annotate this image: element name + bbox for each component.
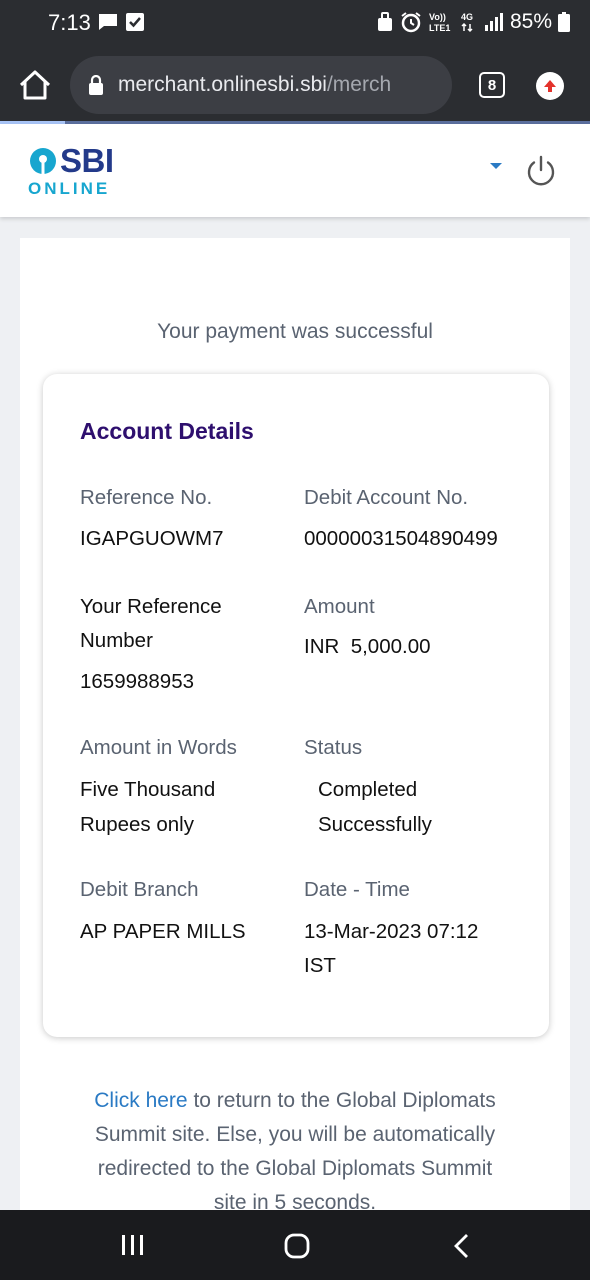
debit-account-value: 00000031504890499 — [304, 527, 498, 550]
home-circle-icon[interactable] — [283, 1232, 311, 1260]
system-navigation-bar — [0, 1210, 590, 1280]
alarm-off-icon — [377, 12, 392, 31]
debit-branch-label: Debit Branch — [80, 878, 199, 901]
recent-apps-icon[interactable] — [120, 1232, 146, 1258]
debit-branch-value: AP PAPER MILLS — [80, 920, 246, 943]
url-path: /merch — [326, 73, 392, 96]
logo-sbi-text: SBI — [60, 142, 114, 179]
status-right-group: Vo)) LTE1 4G 85% — [376, 9, 570, 35]
check-box-icon — [126, 13, 144, 31]
click-here-link[interactable]: Click here — [94, 1089, 187, 1112]
svg-text:Vo)): Vo)) — [429, 12, 446, 22]
address-bar[interactable]: merchant.onlinesbi.sbi/merch — [70, 56, 452, 114]
tab-switcher-button[interactable]: 8 — [479, 72, 505, 98]
url-host: merchant.onlinesbi.sbi — [118, 73, 327, 96]
your-reference-label-line1: Your Reference — [80, 595, 222, 618]
your-reference-value: 1659988953 — [80, 670, 195, 693]
battery-percent: 85% — [509, 10, 552, 33]
sbi-keyhole-icon — [30, 148, 56, 174]
redirect-message: Click here to return to the Global Diplo… — [56, 1084, 534, 1220]
account-details-card: Account Details Reference No. IGAPGUOWM7… — [43, 374, 549, 1037]
volte-icon: Vo)) LTE1 — [429, 12, 450, 33]
chat-icon — [99, 14, 117, 30]
datetime-line2: IST — [304, 954, 336, 977]
browser-toolbar: merchant.onlinesbi.sbi/merch 8 — [0, 46, 590, 124]
datetime-line1: 13-Mar-2023 07:12 — [304, 920, 479, 943]
amount-label: Amount — [304, 595, 375, 618]
lock-icon — [89, 75, 103, 95]
payment-result-card: Your payment was successful Account Deta… — [20, 238, 570, 1238]
battery-icon — [558, 12, 570, 32]
network-4g-icon: 4G — [461, 12, 473, 33]
your-reference-label-line2: Number — [80, 629, 153, 652]
datetime-label: Date - Time — [304, 878, 410, 901]
success-message: Your payment was successful — [157, 320, 433, 343]
svg-text:LTE1: LTE1 — [429, 23, 450, 33]
status-line2: Successfully — [318, 813, 432, 836]
upload-icon[interactable] — [536, 72, 564, 100]
amount-words-line2: Rupees only — [80, 813, 194, 836]
svg-text:4G: 4G — [461, 12, 473, 22]
status-line1: Completed — [318, 778, 418, 801]
home-icon[interactable] — [16, 66, 54, 104]
status-label: Status — [304, 736, 363, 759]
amount-words-label: Amount in Words — [80, 736, 237, 759]
logo-online-text: ONLINE — [28, 179, 111, 198]
reference-no-value: IGAPGUOWM7 — [80, 527, 224, 550]
debit-account-label: Debit Account No. — [304, 486, 469, 509]
redirect-line3: redirected to the Global Diplomats Summi… — [97, 1157, 493, 1180]
chevron-down-icon[interactable] — [489, 162, 503, 170]
site-header: SBI ONLINE — [0, 124, 590, 217]
alarm-icon — [401, 12, 421, 33]
status-bar: 7:13 Vo)) LTE1 4G 85% — [0, 0, 590, 46]
amount-words-line1: Five Thousand — [80, 778, 216, 801]
sbi-online-logo[interactable]: SBI ONLINE — [28, 144, 114, 199]
redirect-line1: to return to the Global Diplomats — [187, 1089, 496, 1112]
amount-value: INR 5,000.00 — [304, 635, 431, 658]
account-details-title: Account Details — [80, 418, 254, 444]
reference-no-label: Reference No. — [80, 486, 213, 509]
power-icon[interactable] — [524, 154, 558, 188]
back-icon[interactable] — [450, 1232, 474, 1260]
redirect-line2: Summit site. Else, you will be automatic… — [94, 1123, 496, 1146]
status-time: 7:13 — [48, 10, 91, 35]
signal-icon — [484, 13, 503, 31]
